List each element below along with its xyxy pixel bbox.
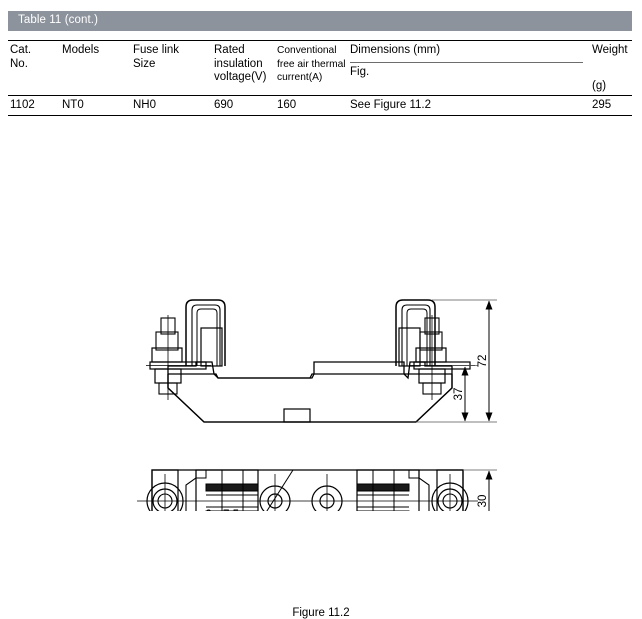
dimension-37: 37	[453, 366, 469, 422]
table-title-bar: Table 11 (cont.)	[8, 11, 632, 31]
side-elevation-view: 72 37	[146, 299, 497, 423]
table-rule-header-bottom	[8, 95, 632, 96]
column-header-dimensions-fig: Fig.	[350, 66, 370, 78]
dimension-72: 72	[477, 300, 493, 422]
cell-cat-no: 1102	[10, 99, 35, 111]
column-header-conventional-current: Conventional free air thermal current(A)	[277, 45, 346, 84]
dimension-label-72: 72	[477, 355, 489, 368]
column-header-cat-no: Cat. No.	[10, 44, 32, 70]
plan-top-view: 30 25 150 170 2-φ7.5	[137, 469, 497, 511]
fuse-clip-left	[185, 299, 226, 367]
column-header-fuse-link-size: Fuse link Size	[133, 44, 180, 70]
table-title: Table 11 (cont.)	[18, 14, 99, 26]
column-header-models: Models	[62, 44, 100, 56]
cell-rated-insulation-voltage: 690	[214, 99, 234, 111]
column-header-weight-unit: (g)	[592, 80, 607, 92]
centre-lines-plan	[137, 474, 478, 511]
fuse-blade-left	[200, 327, 223, 367]
column-header-dimensions: Dimensions (mm)	[350, 44, 441, 56]
table-11-block: Table 11 (cont.) Cat. No. Models Fuse li…	[0, 0, 642, 122]
fuse-clip-plan-right	[356, 469, 420, 511]
table-rule-body-bottom	[8, 115, 632, 116]
cell-dimensions: See Figure 11.2	[350, 99, 431, 111]
column-header-rated-insulation-voltage: Rated insulation voltage(V)	[214, 44, 267, 84]
mounting-pads	[151, 469, 464, 511]
body-upper-ledge	[168, 373, 452, 379]
cell-models: NT0	[62, 99, 84, 111]
figure-11-2-drawing: 72 37 30 Figure 11.2	[0, 122, 642, 619]
dimension-label-37: 37	[453, 388, 465, 401]
dimension-label-30: 30	[477, 495, 489, 508]
technical-drawing-svg: 72 37 30	[137, 299, 497, 511]
table-rule-dimensions-sub	[350, 62, 583, 63]
fuse-clip-plan-left	[195, 469, 259, 511]
dimension-30: 30	[477, 470, 493, 511]
cell-weight: 295	[592, 99, 612, 111]
cell-conventional-current: 160	[277, 99, 297, 111]
centre-holes	[259, 485, 343, 511]
centre-boss	[283, 408, 311, 423]
plate-outline	[151, 469, 464, 511]
table-rule-header-top	[8, 40, 632, 41]
figure-caption: Figure 11.2	[292, 607, 350, 619]
column-header-weight: Weight	[592, 44, 628, 56]
cell-fuse-link-size: NH0	[133, 99, 157, 111]
